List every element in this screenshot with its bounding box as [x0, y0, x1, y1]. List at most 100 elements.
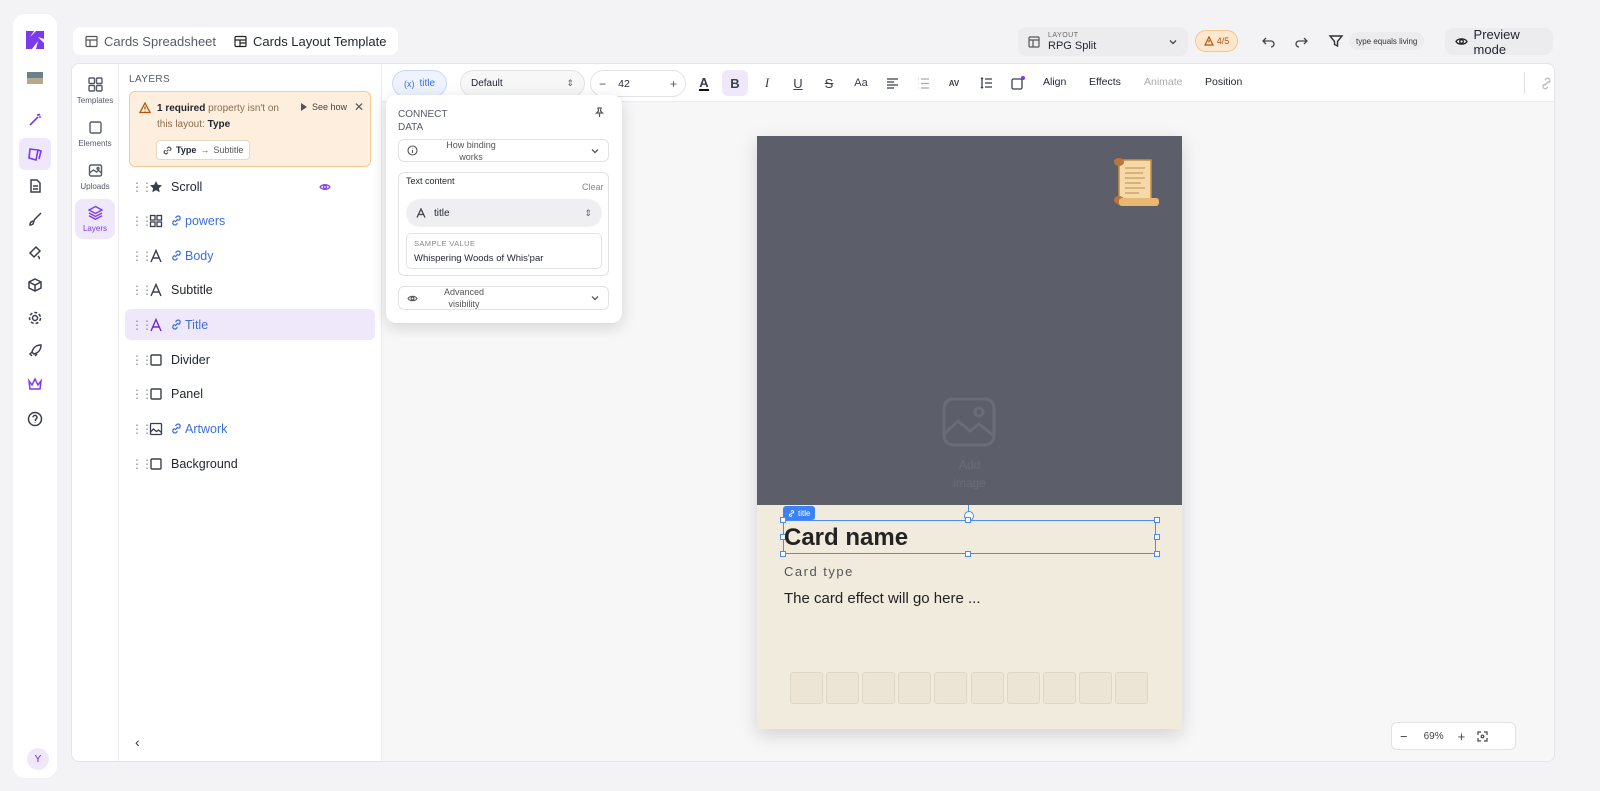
resize-handle[interactable]	[1154, 534, 1160, 540]
layer-row-scroll[interactable]: ⋮⋮ Scroll	[125, 171, 375, 202]
pin-icon[interactable]	[594, 107, 605, 118]
zoom-out-icon[interactable]: −	[1400, 729, 1408, 744]
align-button[interactable]: Align	[1043, 76, 1066, 88]
line-height-icon[interactable]	[977, 74, 995, 92]
redo-icon[interactable]	[1293, 33, 1309, 49]
layer-row-body[interactable]: ⋮⋮ Body	[125, 240, 375, 271]
card-effect-text[interactable]: The card effect will go here ...	[784, 590, 981, 607]
box-style-icon[interactable]	[1009, 74, 1027, 92]
box-icon[interactable]	[23, 273, 47, 297]
undo-icon[interactable]	[1261, 33, 1277, 49]
property-mapping-chip[interactable]: Type → Subtitle	[156, 140, 251, 160]
drag-handle-icon[interactable]: ⋮⋮	[131, 283, 153, 297]
document-icon[interactable]	[23, 174, 47, 198]
drag-handle-icon[interactable]: ⋮⋮	[131, 318, 153, 332]
tab-cards-layout-template[interactable]: Cards Layout Template	[228, 30, 393, 52]
drag-handle-icon[interactable]: ⋮⋮	[131, 353, 153, 367]
layer-row-powers[interactable]: ⋮⋮ powers	[125, 205, 375, 236]
magic-wand-icon[interactable]	[23, 108, 47, 132]
tab-cards-spreadsheet[interactable]: Cards Spreadsheet	[79, 30, 222, 52]
power-slot[interactable]	[1079, 672, 1112, 704]
list-icon[interactable]	[914, 74, 932, 92]
drag-handle-icon[interactable]: ⋮⋮	[131, 249, 153, 263]
filter-pill[interactable]: type equals living	[1349, 32, 1425, 50]
power-slot[interactable]	[934, 672, 967, 704]
sample-value-box[interactable]: SAMPLE VALUE Whispering Woods of Whis'pa…	[406, 233, 602, 269]
layer-row-artwork[interactable]: ⋮⋮ Artwork	[125, 413, 375, 444]
scroll-icon[interactable]	[1109, 156, 1159, 208]
italic-icon[interactable]: I	[758, 74, 776, 92]
animate-button[interactable]: Animate	[1144, 76, 1183, 88]
preview-mode-button[interactable]: Preview mode	[1445, 27, 1553, 57]
power-slot[interactable]	[790, 672, 823, 704]
advanced-visibility-dropdown[interactable]: Advanced visibility	[398, 286, 609, 310]
filter-icon[interactable]	[1328, 33, 1344, 49]
binding-tag[interactable]: title	[783, 506, 816, 520]
cards-icon[interactable]	[19, 138, 51, 170]
font-size-value[interactable]: 42	[618, 78, 630, 90]
resize-handle[interactable]	[965, 551, 971, 557]
font-select[interactable]: Default ⇕	[460, 70, 585, 97]
rocket-icon[interactable]	[23, 339, 47, 363]
plus-icon[interactable]: +	[670, 77, 677, 91]
layer-row-subtitle[interactable]: ⋮⋮ Subtitle	[125, 274, 375, 305]
field-select[interactable]: title ⇕	[406, 199, 602, 227]
clear-button[interactable]: Clear	[582, 182, 604, 192]
text-case-icon[interactable]: Aa	[852, 74, 870, 92]
project-thumbnail[interactable]	[23, 66, 47, 90]
underline-icon[interactable]: U	[789, 74, 807, 92]
subnav-uploads[interactable]: Uploads	[75, 157, 115, 197]
zoom-level[interactable]: 69%	[1424, 731, 1444, 742]
letter-spacing-icon[interactable]: AV	[945, 74, 963, 92]
power-slot[interactable]	[898, 672, 931, 704]
variable-binding-pill[interactable]: (x) title	[392, 70, 447, 97]
drag-handle-icon[interactable]: ⋮⋮	[131, 180, 153, 194]
minus-icon[interactable]: −	[599, 77, 606, 91]
layer-row-divider[interactable]: ⋮⋮ Divider	[125, 344, 375, 375]
power-slot[interactable]	[826, 672, 859, 704]
brush-icon[interactable]	[23, 207, 47, 231]
app-logo-icon[interactable]	[23, 28, 47, 52]
how-binding-works-dropdown[interactable]: How binding works	[398, 139, 609, 162]
sample-value[interactable]: Whispering Woods of Whis'par	[414, 253, 543, 264]
card-name-text[interactable]: Card name	[784, 524, 908, 552]
crown-icon[interactable]	[23, 372, 47, 396]
drag-handle-icon[interactable]: ⋮⋮	[131, 422, 153, 436]
help-icon[interactable]	[23, 407, 47, 431]
strikethrough-icon[interactable]: S	[820, 74, 838, 92]
link-icon[interactable]	[1537, 74, 1554, 92]
drag-handle-icon[interactable]: ⋮⋮	[131, 387, 153, 401]
close-icon[interactable]: ✕	[354, 100, 364, 114]
resize-handle[interactable]	[1154, 517, 1160, 523]
subnav-layers[interactable]: Layers	[75, 199, 115, 239]
warnings-badge[interactable]: 4/5	[1195, 30, 1238, 52]
fit-screen-icon[interactable]	[1477, 730, 1488, 742]
resize-handle[interactable]	[1154, 551, 1160, 557]
text-color-icon[interactable]: A	[695, 74, 713, 92]
zoom-in-icon[interactable]: +	[1458, 729, 1466, 744]
power-slot[interactable]	[971, 672, 1004, 704]
paint-icon[interactable]	[23, 240, 47, 264]
visibility-rule-icon[interactable]	[319, 181, 331, 193]
bold-icon[interactable]: B	[722, 70, 748, 96]
avatar[interactable]: Y	[27, 748, 49, 770]
effects-button[interactable]: Effects	[1089, 76, 1121, 88]
card-preview[interactable]: Add image title Card name Card type The …	[757, 136, 1182, 729]
power-slot[interactable]	[1043, 672, 1076, 704]
subnav-templates[interactable]: Templates	[75, 71, 115, 111]
power-slot[interactable]	[1115, 672, 1148, 704]
card-type-text[interactable]: Card type	[784, 564, 854, 579]
resize-handle[interactable]	[780, 517, 786, 523]
position-button[interactable]: Position	[1205, 76, 1242, 88]
layer-row-panel[interactable]: ⋮⋮ Panel	[125, 378, 375, 409]
power-slot[interactable]	[1007, 672, 1040, 704]
collapse-panel-icon[interactable]: ‹	[135, 734, 140, 750]
see-how-button[interactable]: See how	[300, 102, 347, 112]
drag-handle-icon[interactable]: ⋮⋮	[131, 214, 153, 228]
subnav-elements[interactable]: Elements	[75, 114, 115, 154]
gear-icon[interactable]	[23, 306, 47, 330]
layer-row-title[interactable]: ⋮⋮ Title	[125, 309, 375, 340]
drag-handle-icon[interactable]: ⋮⋮	[131, 457, 153, 471]
font-size-stepper[interactable]: − 42 +	[590, 70, 686, 97]
artwork-placeholder[interactable]: Add image	[757, 136, 1182, 505]
